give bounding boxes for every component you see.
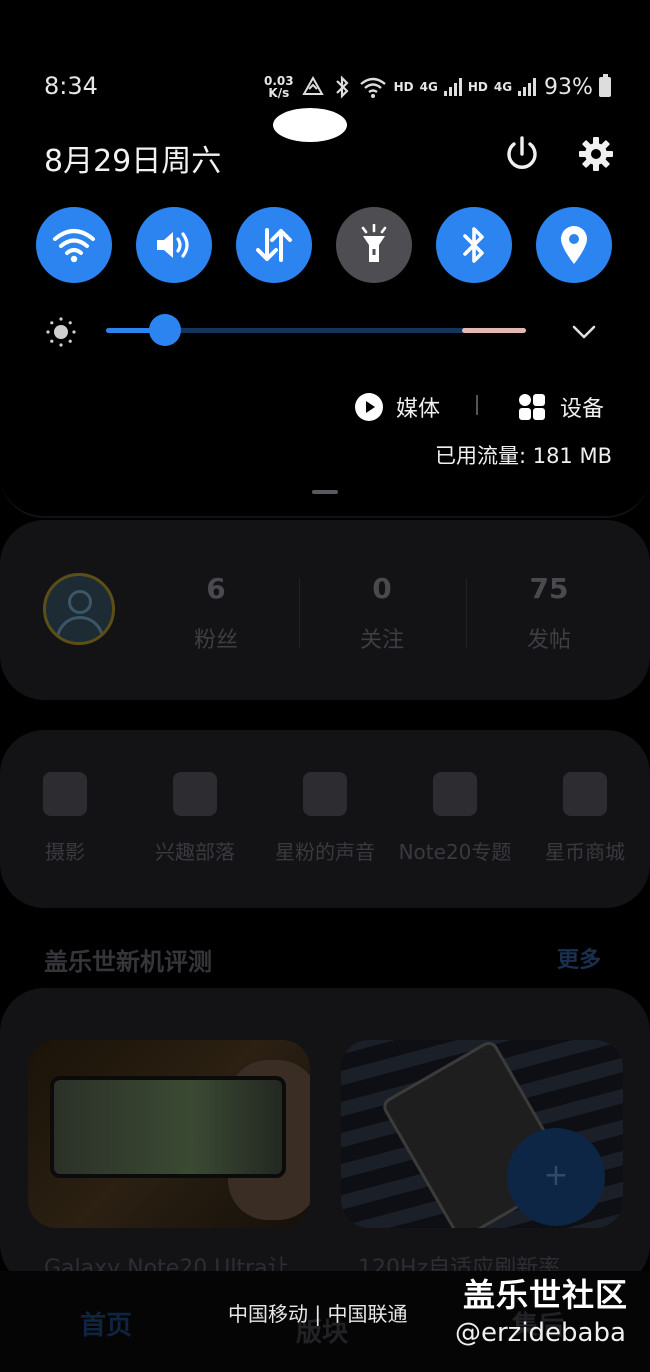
devices-button[interactable]: 设备 — [518, 391, 604, 423]
chat-icon — [303, 772, 347, 816]
brightness-high-zone — [462, 328, 526, 333]
net-speed: 0.03 K/s — [264, 75, 294, 99]
hd-badge: HD — [393, 80, 414, 94]
avatar[interactable] — [43, 573, 115, 645]
status-time: 8:34 — [44, 72, 98, 100]
data-usage: 已用流量: 181 MB — [434, 444, 612, 468]
wifi-toggle[interactable] — [36, 207, 112, 283]
stat-label: 关注 — [359, 628, 404, 653]
shortcut-label: Note20专题 — [398, 840, 512, 864]
drag-handle[interactable] — [312, 490, 338, 494]
net-speed-unit: K/s — [268, 86, 290, 100]
stat-label: 粉丝 — [193, 628, 238, 653]
bluetooth-icon — [463, 227, 484, 263]
phone-image — [50, 1076, 286, 1178]
devices-label: 设备 — [560, 397, 605, 422]
flashlight-icon — [361, 224, 387, 262]
media-label: 媒体 — [396, 397, 441, 422]
play-icon — [355, 393, 383, 421]
quick-settings-panel: 8:34 0.03 K/s HD 4G HD 4G 93% 8月29日周六 媒体… — [0, 0, 650, 518]
location-toggle[interactable] — [536, 207, 612, 283]
nav-home[interactable]: 首页 — [80, 1305, 132, 1342]
shortcut-label: 星币商城 — [545, 840, 625, 864]
plus-icon: + — [543, 1158, 569, 1193]
stat-posts[interactable]: 75 发帖 — [489, 570, 609, 654]
sound-icon — [157, 232, 189, 258]
data-saver-icon — [301, 75, 324, 95]
avatar-body-icon — [56, 616, 104, 642]
status-icons: 0.03 K/s HD 4G HD 4G 93% — [264, 70, 611, 104]
shortcut-label: 星粉的声音 — [275, 840, 375, 864]
camera-icon — [43, 772, 87, 816]
stat-fans[interactable]: 6 粉丝 — [156, 570, 276, 654]
stat-label: 发帖 — [526, 628, 571, 653]
shop-bag-icon — [563, 772, 607, 816]
bluetooth-status-icon — [335, 75, 349, 99]
lte-badge: 4G — [493, 80, 513, 94]
divider — [299, 578, 300, 648]
book-icon — [433, 772, 477, 816]
hd-badge: HD — [467, 80, 488, 94]
stat-following[interactable]: 0 关注 — [322, 570, 442, 654]
stat-value: 75 — [529, 572, 569, 605]
section-title: 盖乐世新机评测 — [44, 948, 212, 976]
stat-value: 0 — [372, 572, 392, 605]
wifi-status-icon — [359, 77, 386, 98]
redaction-blob — [273, 108, 347, 142]
shortcut-fan-voice[interactable]: 星粉的声音 — [260, 772, 390, 865]
signal-icon — [518, 78, 537, 96]
battery-icon — [598, 74, 611, 97]
sound-toggle[interactable] — [136, 207, 212, 283]
review-thumbnail[interactable] — [28, 1040, 310, 1228]
add-post-button[interactable]: + — [507, 1128, 605, 1226]
shortcut-photography[interactable]: 摄影 — [0, 772, 130, 865]
shortcut-label: 摄影 — [45, 840, 85, 864]
shortcut-interest-tribe[interactable]: 兴趣部落 — [130, 772, 260, 865]
lte-badge: 4G — [419, 80, 438, 94]
mobile-data-icon — [256, 228, 292, 262]
date[interactable]: 8月29日周六 — [44, 136, 221, 180]
more-link[interactable]: 更多 — [557, 942, 601, 974]
gear-icon[interactable] — [576, 134, 616, 174]
stat-value: 6 — [206, 572, 226, 605]
heart-search-icon — [173, 772, 217, 816]
brightness-icon — [46, 317, 76, 347]
watermark-handle: @erzidebaba — [455, 1318, 626, 1348]
devices-grid-icon — [519, 394, 545, 420]
wifi-icon — [53, 229, 95, 263]
media-button[interactable]: 媒体 — [354, 391, 440, 423]
brightness-slider[interactable] — [106, 314, 526, 346]
shortcut-star-mall[interactable]: 星币商城 — [520, 772, 650, 865]
bluetooth-toggle[interactable] — [436, 207, 512, 283]
watermark-title: 盖乐世社区 — [463, 1276, 629, 1314]
battery-percent: 93% — [544, 74, 593, 100]
mobile-data-toggle[interactable] — [236, 207, 312, 283]
chevron-down-icon[interactable] — [568, 316, 600, 348]
shortcut-label: 兴趣部落 — [155, 840, 235, 864]
divider — [476, 395, 478, 415]
location-icon — [561, 226, 587, 264]
flashlight-toggle[interactable] — [336, 207, 412, 283]
divider — [466, 578, 467, 648]
carrier-label: 中国移动 | 中国联通 — [228, 1302, 408, 1326]
shortcut-note20[interactable]: Note20专题 — [390, 772, 520, 865]
avatar-head-icon — [68, 590, 92, 614]
brightness-slider-thumb[interactable] — [149, 314, 181, 346]
signal-icon — [443, 78, 462, 96]
power-icon[interactable] — [502, 134, 542, 174]
